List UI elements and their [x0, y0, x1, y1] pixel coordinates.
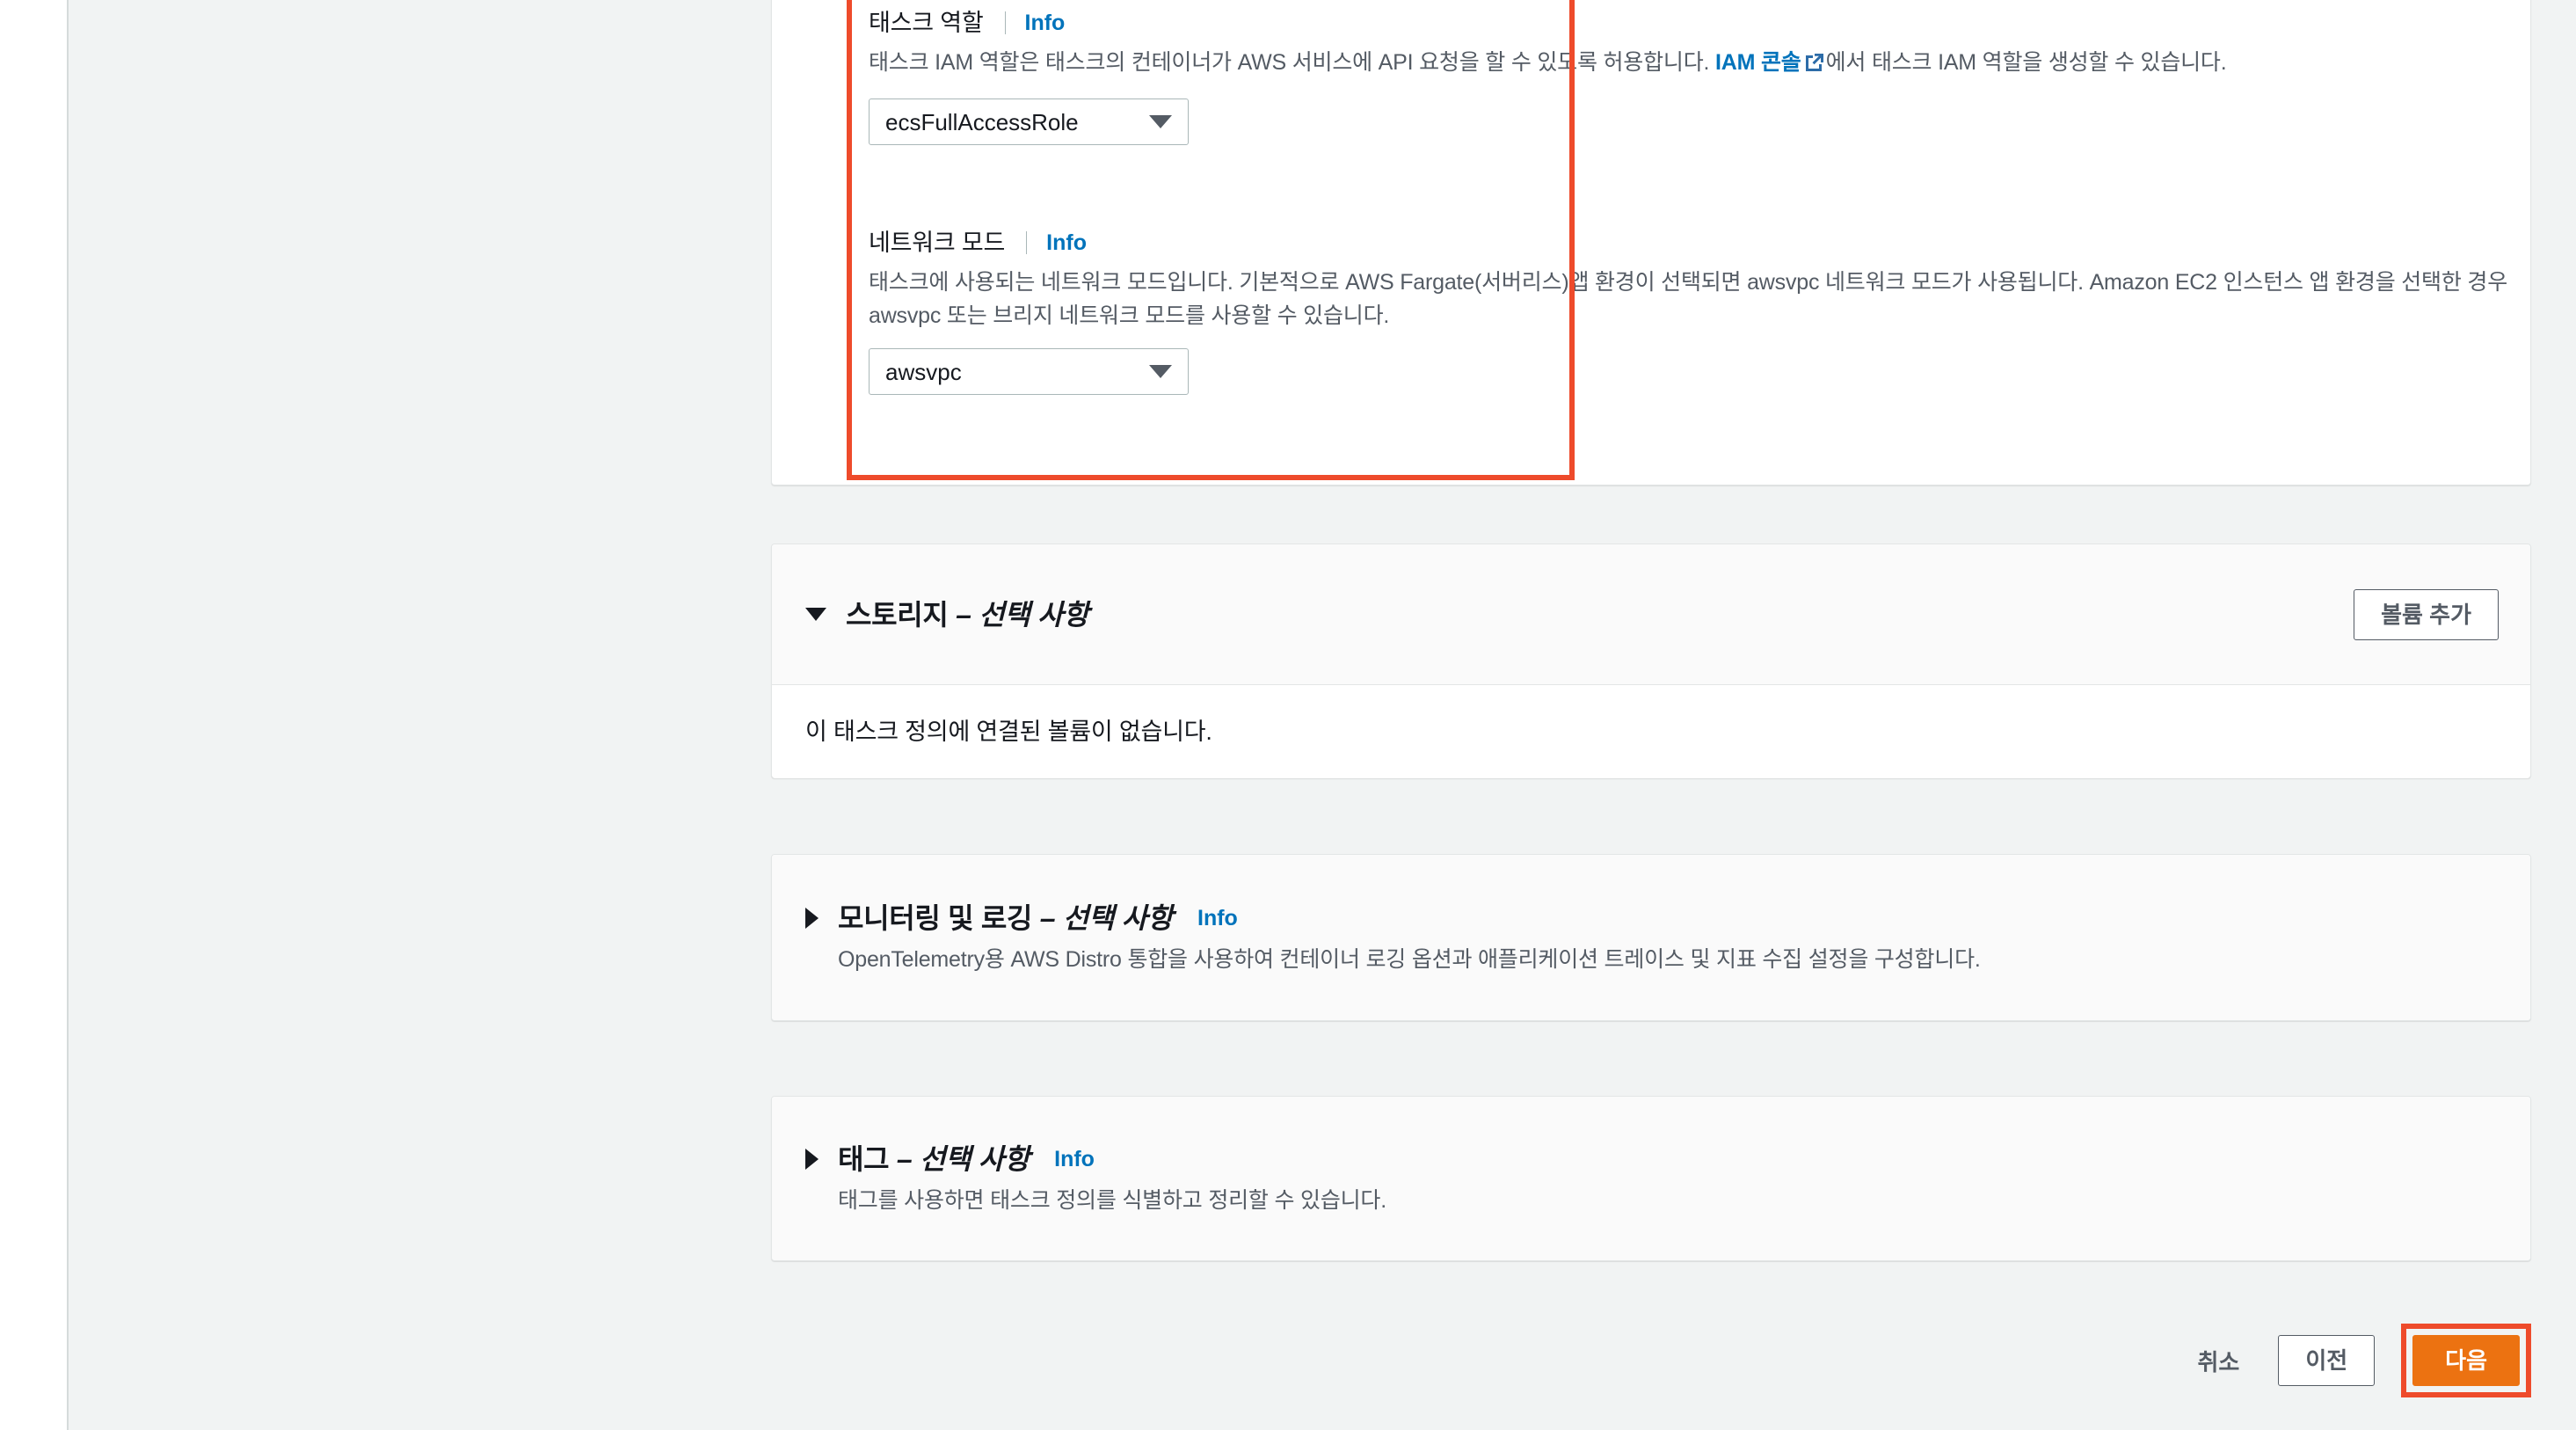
tags-title-optional: – 선택 사항 — [889, 1143, 1030, 1175]
annotation-highlight-next-button: 다음 — [2401, 1324, 2531, 1397]
divider — [1004, 11, 1006, 34]
task-role-info-link[interactable]: Info — [1025, 10, 1066, 36]
monitoring-description: OpenTelemetry용 AWS Distro 통합을 사용하여 컨테이너 … — [838, 947, 1981, 972]
previous-button-wrap: 이전 — [2278, 1335, 2376, 1386]
storage-section: 스토리지 – 선택 사항 볼륨 추가 이 태스크 정의에 연결된 볼륨이 없습니… — [771, 544, 2531, 778]
storage-section-header[interactable]: 스토리지 – 선택 사항 볼륨 추가 — [772, 544, 2530, 685]
tags-section-header[interactable]: 태그 – 선택 사항 Info 태그를 사용하면 태스크 정의를 식별하고 정리… — [772, 1097, 2530, 1260]
task-role-description-part1: 태스크 IAM 역할은 태스크의 컨테이너가 AWS 서비스에 API 요청을 … — [869, 50, 1716, 75]
tags-info-link[interactable]: Info — [1054, 1146, 1095, 1172]
task-role-description-part2: 에서 태스크 IAM 역할을 생성할 수 있습니다. — [1825, 50, 2227, 75]
task-role-header: 태스크 역할 Info — [869, 7, 2521, 39]
storage-header-left: 스토리지 – 선택 사항 — [805, 598, 1089, 631]
monitoring-header-left: 모니터링 및 로깅 – 선택 사항 Info — [805, 901, 1238, 935]
storage-empty-message: 이 태스크 정의에 연결된 볼륨이 없습니다. — [805, 719, 1212, 745]
iam-console-link[interactable]: IAM 콘솔 — [1715, 50, 1801, 75]
storage-title-optional: – 선택 사항 — [948, 598, 1089, 631]
cancel-button[interactable]: 취소 — [2197, 1345, 2239, 1377]
network-mode-header: 네트워크 모드 Info — [869, 227, 2521, 259]
task-role-selected-value: ecsFullAccessRole — [885, 108, 1079, 135]
chevron-down-icon — [1149, 115, 1172, 128]
monitoring-title: 모니터링 및 로깅 – 선택 사항 — [838, 901, 1173, 935]
external-link-icon — [1805, 48, 1824, 71]
next-button[interactable]: 다음 — [2412, 1335, 2520, 1386]
network-mode-info-link[interactable]: Info — [1046, 230, 1087, 256]
main-content-area: 태스크 역할 Info 태스크 IAM 역할은 태스크의 컨테이너가 AWS 서… — [69, 0, 2576, 1430]
chevron-expanded-icon[interactable] — [805, 608, 826, 621]
tags-title: 태그 – 선택 사항 — [838, 1142, 1030, 1176]
storage-title-main: 스토리지 — [846, 598, 949, 631]
network-mode-selected-value: awsvpc — [885, 358, 962, 385]
wizard-footer-actions: 취소 이전 다음 — [771, 1324, 2531, 1397]
task-role-select[interactable]: ecsFullAccessRole — [869, 98, 1189, 145]
task-role-label: 태스크 역할 — [869, 10, 984, 36]
network-mode-description: 태스크에 사용되는 네트워크 모드입니다. 기본적으로 AWS Fargate(… — [869, 270, 2507, 328]
network-mode-label: 네트워크 모드 — [869, 230, 1006, 256]
network-mode-field-group: 네트워크 모드 Info 태스크에 사용되는 네트워크 모드입니다. 기본적으로… — [869, 227, 2521, 395]
chevron-collapsed-icon[interactable] — [805, 1149, 819, 1170]
monitoring-info-link[interactable]: Info — [1197, 905, 1238, 931]
monitoring-section-header[interactable]: 모니터링 및 로깅 – 선택 사항 Info OpenTelemetry용 AW… — [772, 855, 2530, 1020]
add-volume-button[interactable]: 볼륨 추가 — [2354, 588, 2499, 640]
tags-section: 태그 – 선택 사항 Info 태그를 사용하면 태스크 정의를 식별하고 정리… — [771, 1096, 2531, 1261]
divider — [1026, 231, 1028, 254]
tags-title-main: 태그 — [838, 1143, 890, 1175]
previous-button[interactable]: 이전 — [2278, 1335, 2376, 1386]
network-mode-select[interactable]: awsvpc — [869, 348, 1189, 395]
monitoring-title-optional: – 선택 사항 — [1032, 902, 1174, 934]
left-navigation-rail — [0, 0, 69, 1430]
storage-title: 스토리지 – 선택 사항 — [846, 598, 1089, 631]
tags-description: 태그를 사용하면 태스크 정의를 식별하고 정리할 수 있습니다. — [838, 1188, 1386, 1213]
chevron-down-icon — [1149, 365, 1172, 378]
task-role-description: 태스크 IAM 역할은 태스크의 컨테이너가 AWS 서비스에 API 요청을 … — [869, 46, 2521, 79]
storage-section-body: 이 태스크 정의에 연결된 볼륨이 없습니다. — [772, 685, 2530, 778]
monitoring-logging-section: 모니터링 및 로깅 – 선택 사항 Info OpenTelemetry용 AW… — [771, 854, 2531, 1021]
ecs-task-definition-wizard: 태스크 역할 Info 태스크 IAM 역할은 태스크의 컨테이너가 AWS 서… — [0, 0, 2576, 1430]
task-role-field-group: 태스크 역할 Info 태스크 IAM 역할은 태스크의 컨테이너가 AWS 서… — [869, 7, 2521, 145]
monitoring-title-main: 모니터링 및 로깅 — [838, 902, 1033, 934]
cancel-button-wrap: 취소 — [2197, 1345, 2239, 1377]
tags-header-left: 태그 – 선택 사항 Info — [805, 1142, 1095, 1176]
chevron-collapsed-icon[interactable] — [805, 908, 819, 929]
